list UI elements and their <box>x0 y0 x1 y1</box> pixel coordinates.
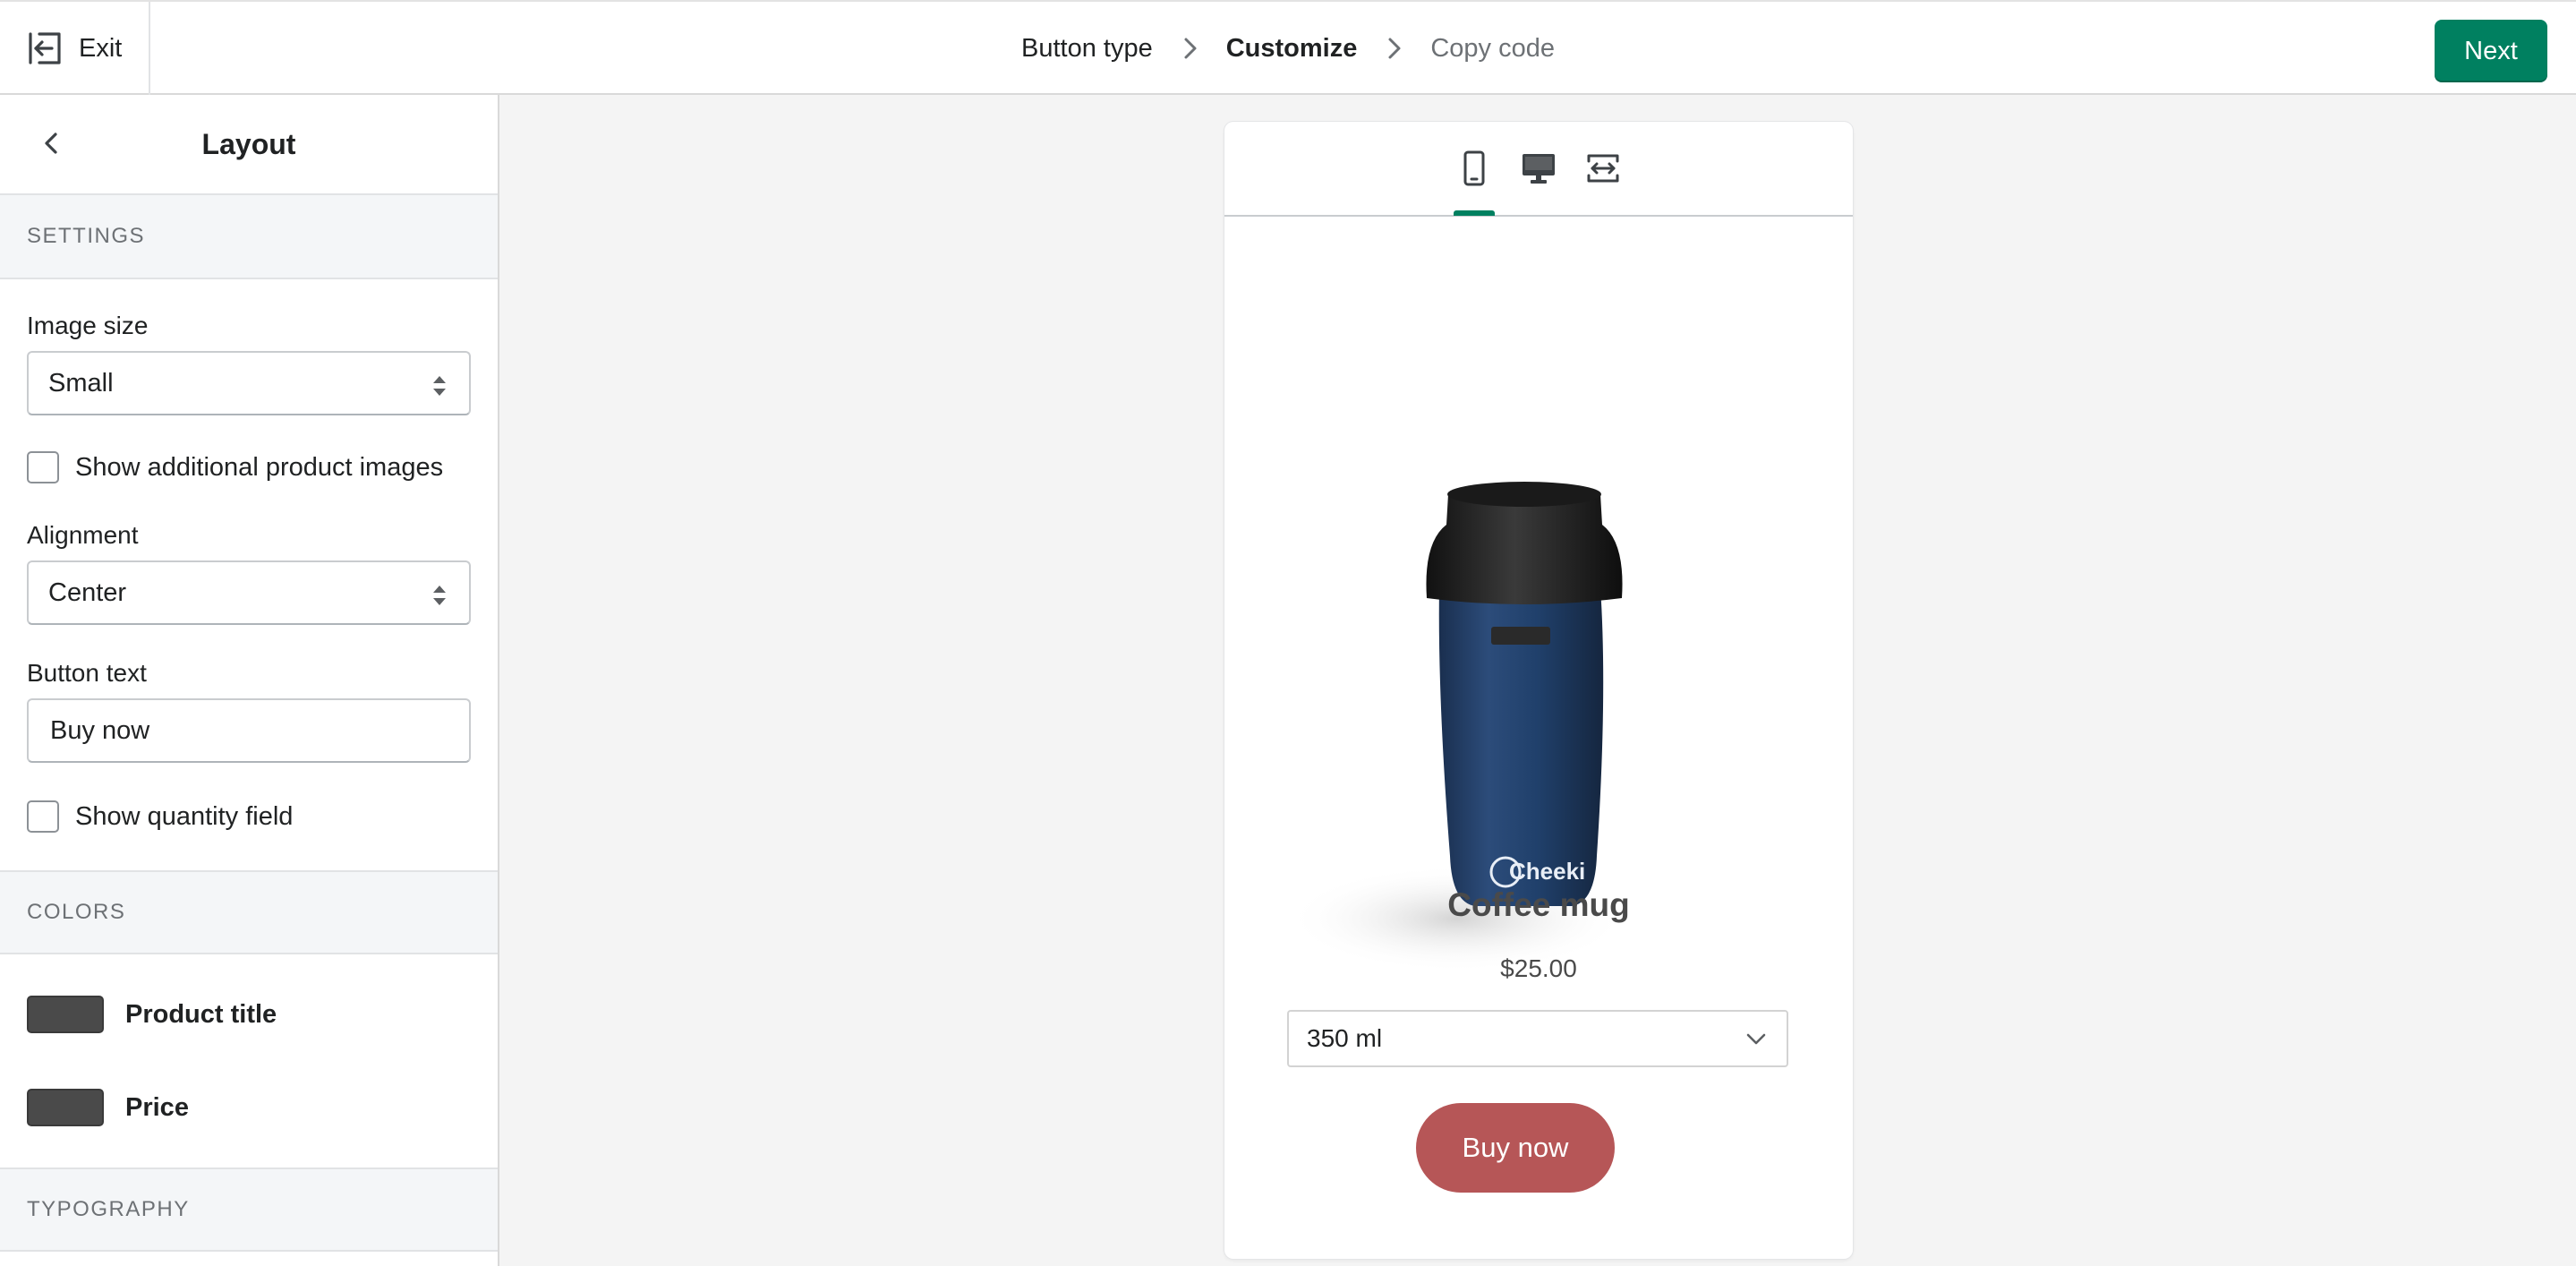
chevron-right-icon <box>1388 38 1401 59</box>
sidebar-header: Layout <box>0 95 498 195</box>
exit-button[interactable]: Exit <box>0 2 150 95</box>
product-title-color-label: Product title <box>125 999 277 1029</box>
chevron-down-icon <box>1746 1033 1766 1045</box>
alignment-select[interactable]: Center <box>27 560 471 625</box>
show-additional-images-checkbox[interactable]: Show additional product images <box>27 451 471 483</box>
step-button-type[interactable]: Button type <box>1021 34 1153 64</box>
device-tabs <box>1224 122 1853 217</box>
checkbox[interactable] <box>27 800 59 833</box>
full-width-icon <box>1587 154 1619 183</box>
alignment-label: Alignment <box>27 521 139 549</box>
color-swatch[interactable] <box>27 1089 104 1126</box>
mobile-icon <box>1463 150 1485 186</box>
preview-card: Cheeki Coffee mug $25.00 350 ml Buy now <box>1224 122 1853 1259</box>
settings-heading: SETTINGS <box>0 195 498 279</box>
tab-full-width[interactable] <box>1581 146 1625 191</box>
variant-select[interactable]: 350 ml <box>1287 1010 1788 1067</box>
settings-section: Image size Small Show additional product… <box>0 312 498 833</box>
customize-sidebar: Layout SETTINGS Image size Small Show ad… <box>0 95 499 1266</box>
typography-heading: TYPOGRAPHY <box>0 1168 498 1252</box>
step-copy-code[interactable]: Copy code <box>1430 34 1555 64</box>
product-price: $25.00 <box>1500 954 1577 982</box>
buy-now-button[interactable]: Buy now <box>1416 1103 1615 1193</box>
select-arrows-icon <box>433 586 446 605</box>
show-quantity-checkbox[interactable]: Show quantity field <box>27 800 471 833</box>
lid-rim <box>1447 482 1601 507</box>
lid-label <box>1491 627 1550 645</box>
price-color[interactable]: Price <box>27 1089 471 1126</box>
exit-icon <box>29 32 61 64</box>
select-arrows-icon <box>433 376 446 396</box>
image-size-select[interactable]: Small <box>27 351 471 415</box>
brand-logo-text: Cheeki <box>1509 858 1585 885</box>
chevron-right-icon <box>1184 38 1197 59</box>
top-bar: Exit Button type Customize Copy code Nex… <box>0 0 2576 95</box>
color-swatch[interactable] <box>27 996 104 1033</box>
step-customize[interactable]: Customize <box>1226 34 1358 64</box>
price-color-label: Price <box>125 1092 189 1122</box>
desktop-icon <box>1523 154 1555 184</box>
checkbox[interactable] <box>27 451 59 483</box>
show-quantity-label: Show quantity field <box>75 801 294 831</box>
image-size-label: Image size <box>27 312 149 339</box>
tab-mobile[interactable] <box>1452 146 1497 216</box>
product-title-color[interactable]: Product title <box>27 996 471 1033</box>
tab-desktop[interactable] <box>1516 146 1561 191</box>
product-title: Coffee mug <box>1447 886 1630 923</box>
colors-heading: COLORS <box>0 870 498 954</box>
exit-label: Exit <box>79 33 123 63</box>
colors-section: Product title Price <box>0 996 498 1126</box>
button-text-input[interactable] <box>27 698 471 763</box>
sidebar-title: Layout <box>201 127 296 160</box>
button-text-label: Button text <box>27 659 147 687</box>
back-button[interactable] <box>34 125 70 161</box>
next-button[interactable]: Next <box>2435 20 2547 82</box>
chevron-left-icon <box>45 133 57 154</box>
breadcrumb: Button type Customize Copy code <box>0 2 2576 95</box>
image-size-value: Small <box>48 368 114 398</box>
show-additional-images-label: Show additional product images <box>75 452 444 482</box>
variant-value: 350 ml <box>1307 1024 1383 1052</box>
alignment-value: Center <box>48 577 127 607</box>
